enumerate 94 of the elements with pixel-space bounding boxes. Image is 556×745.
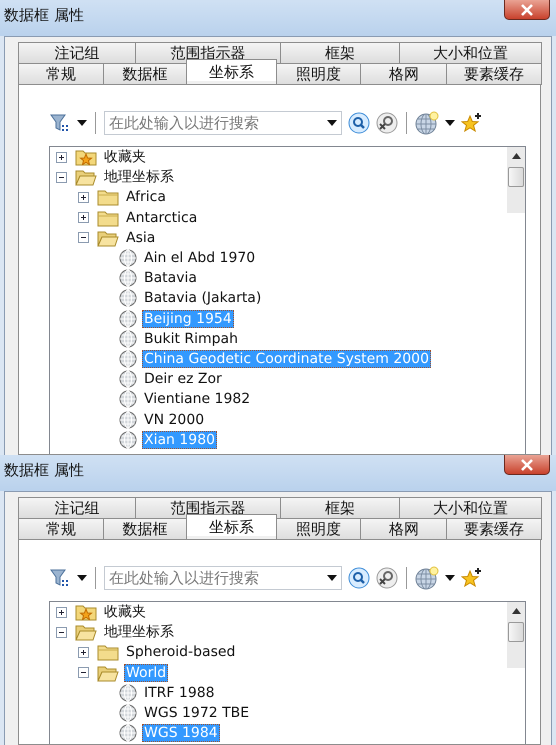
expander-icon[interactable] [78,232,89,244]
tree-item[interactable]: Africa [124,188,168,206]
window-title: 数据框 属性 [3,460,85,481]
tree-item[interactable]: Asia [124,228,158,247]
scrollbar[interactable] [507,147,525,213]
scroll-up-icon[interactable] [512,153,520,159]
tab[interactable]: 格网 [360,518,448,540]
tree-item[interactable]: Bukit Rimpah [142,330,240,348]
tree-item[interactable]: Deir ez Zor [142,370,224,388]
folder-icon [97,643,119,662]
expander-icon[interactable] [56,152,67,163]
open-folder-icon [75,168,97,186]
open-folder-icon [75,623,97,642]
scrollbar-thumb[interactable] [508,622,524,642]
close-icon [520,4,534,16]
globe-icon [119,724,137,742]
tree-item[interactable]: 收藏夹 [102,148,148,166]
expander-icon[interactable] [78,192,89,203]
scrollbar[interactable] [507,602,525,668]
tab[interactable]: 要素缓存 [446,63,542,85]
close-button[interactable] [504,455,550,475]
caret-icon[interactable] [327,120,337,126]
folder-icon [97,208,119,227]
caret-icon[interactable] [327,575,337,581]
tab[interactable]: 坐标系 [186,514,278,536]
globe-icon [119,249,137,268]
filter-icon[interactable] [49,112,71,134]
globe-icon [119,370,137,388]
globe-icon [119,410,137,429]
tree-item[interactable]: 收藏夹 [102,603,148,622]
search-field[interactable]: 在此处输入以进行搜索 [104,111,342,135]
tab[interactable]: 数据框 [103,63,188,85]
tree-item[interactable]: Ain el Abd 1970 [142,249,258,268]
close-icon [520,458,534,470]
tree-item[interactable]: Vientiane 1982 [142,390,252,408]
tree-item[interactable]: WGS 1972 TBE [142,704,252,722]
tab[interactable]: 照明度 [276,63,362,85]
favorites-folder-icon [75,603,97,622]
window-title: 数据框 属性 [3,5,85,26]
tree-item[interactable]: ITRF 1988 [142,684,217,702]
globe-icon [119,269,137,288]
expander-icon[interactable] [56,626,67,638]
star-add-icon[interactable] [461,112,483,134]
caret-icon[interactable] [77,120,87,126]
expander-icon[interactable] [56,172,67,183]
tab[interactable]: 框架 [280,497,400,518]
scrollbar-thumb[interactable] [508,167,524,187]
tree-item[interactable]: Batavia [142,269,200,288]
tab[interactable]: 坐标系 [186,59,278,81]
globe-icon [119,289,137,308]
tab[interactable]: 框架 [280,42,400,63]
caret-icon[interactable] [445,575,455,581]
caret-icon[interactable] [77,575,87,581]
scroll-up-icon[interactable] [512,608,520,614]
search-icon[interactable] [348,567,370,589]
tab[interactable]: 格网 [360,63,448,85]
globe-icon [119,684,137,702]
globe-icon[interactable] [415,566,439,590]
search-field[interactable]: 在此处输入以进行搜索 [104,566,342,590]
tab[interactable]: 注记组 [18,42,136,63]
tree-item[interactable]: Antarctica [124,208,200,227]
tab[interactable]: 大小和位置 [399,497,542,518]
tree-item[interactable]: Batavia (Jakarta) [142,289,264,308]
favorites-folder-icon [75,148,97,166]
star-add-icon[interactable] [461,567,483,589]
open-folder-icon [97,228,119,247]
expander-icon[interactable] [78,212,89,224]
filter-icon[interactable] [49,567,71,589]
tree-item[interactable]: 地理坐标系 [102,168,176,186]
tab[interactable]: 要素缓存 [446,518,542,540]
search-icon[interactable] [348,112,370,134]
globe-icon [119,390,137,408]
tab[interactable]: 常规 [18,63,104,85]
tree-item[interactable]: VN 2000 [142,410,206,429]
globe-icon [119,310,137,328]
globe-icon[interactable] [415,111,439,135]
folder-icon [97,188,119,206]
expander-icon[interactable] [78,646,89,658]
open-folder-icon [97,664,119,682]
tree-item[interactable]: Spheroid-based [124,643,238,662]
globe-icon [119,330,137,348]
tab[interactable]: 数据框 [103,518,188,540]
tab[interactable]: 注记组 [18,497,136,518]
expander-icon[interactable] [56,606,67,618]
tree-item[interactable]: 地理坐标系 [102,623,176,642]
tab[interactable]: 常规 [18,518,104,540]
globe-icon [119,704,137,722]
expander-icon[interactable] [78,667,89,678]
tab[interactable]: 大小和位置 [399,42,542,63]
caret-icon[interactable] [445,120,455,126]
globe-icon [119,350,137,368]
tab[interactable]: 照明度 [276,518,362,540]
globe-icon [119,430,137,449]
close-button[interactable] [504,0,550,20]
